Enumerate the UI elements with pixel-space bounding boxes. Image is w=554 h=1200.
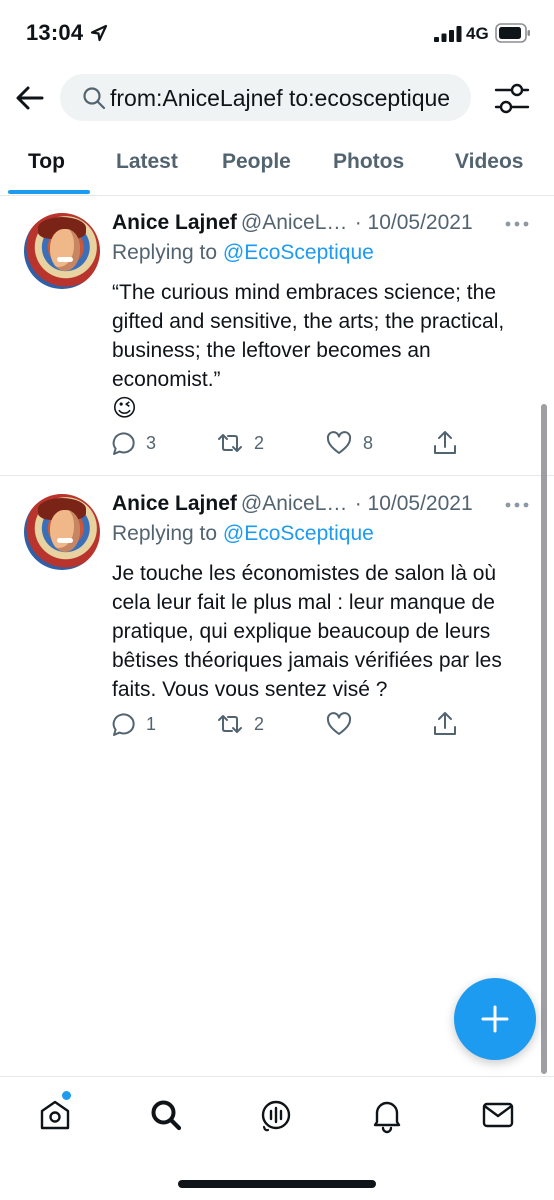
retweet-button[interactable]: 2: [216, 428, 264, 458]
tweet[interactable]: Anice Lajnef@AniceLajnef · 10/05/2021 Re…: [0, 196, 554, 476]
tab-photos[interactable]: Photos: [333, 150, 404, 174]
home-badge-dot: [62, 1091, 71, 1100]
retweet-count: 2: [254, 713, 265, 734]
network-label: 4G: [466, 24, 489, 43]
search-header: from:AniceLajnef to:ecosceptique: [0, 66, 554, 130]
plus-icon: [481, 1005, 509, 1033]
reply-button[interactable]: 1: [108, 709, 156, 739]
tweet[interactable]: Anice Lajnef@AniceLajnef · 10/05/2021 Re…: [0, 477, 554, 757]
home-indicator: [178, 1180, 376, 1188]
location-arrow-icon: [90, 24, 108, 42]
tweet-text: “The curious mind embraces science; the …: [112, 278, 527, 424]
back-arrow-icon[interactable]: [14, 82, 46, 114]
tweet-body: “The curious mind embraces science; the …: [112, 281, 505, 391]
more-options-icon[interactable]: [504, 220, 530, 228]
nav-notifications[interactable]: [367, 1095, 407, 1135]
reply-button[interactable]: 3: [108, 428, 156, 458]
tweet-header: Anice Lajnef@AniceLajnef · 10/05/2021: [112, 211, 492, 239]
tab-people[interactable]: People: [222, 150, 291, 174]
home-icon: [40, 1100, 70, 1130]
share-button[interactable]: [431, 709, 459, 739]
spaces-icon: [261, 1100, 291, 1132]
tweet-header: Anice Lajnef@AniceLajnef · 10/05/2021: [112, 492, 492, 520]
tab-top[interactable]: Top: [28, 150, 65, 174]
avatar-smile: [57, 257, 73, 262]
bell-icon: [373, 1101, 401, 1134]
share-button[interactable]: [431, 428, 459, 458]
active-tab-indicator: [8, 190, 90, 194]
tweet-text: Je touche les économistes de salon là où…: [112, 559, 527, 704]
tweet-actions: 3 2 8: [108, 428, 458, 458]
more-options-icon[interactable]: [504, 501, 530, 509]
avatar[interactable]: [24, 213, 100, 289]
share-icon: [434, 431, 456, 454]
replying-to-label: Replying to: [112, 241, 218, 264]
replying-to-label: Replying to: [112, 522, 218, 545]
mail-icon: [482, 1102, 514, 1128]
status-time: 13:04: [26, 20, 84, 45]
retweet-icon: [218, 434, 242, 452]
status-bar: 13:04 4G: [0, 0, 554, 66]
like-button[interactable]: [325, 709, 363, 739]
reply-icon: [112, 713, 135, 736]
reply-count: 3: [146, 432, 157, 453]
search-icon: [83, 87, 106, 110]
user-handle[interactable]: @AniceLajnef: [241, 211, 349, 235]
like-button[interactable]: 8: [325, 428, 373, 458]
tab-videos[interactable]: Videos: [455, 150, 523, 174]
replying-to-handle[interactable]: @EcoSceptique: [223, 241, 374, 264]
share-icon: [434, 712, 456, 735]
like-count: 8: [363, 432, 374, 453]
heart-icon: [326, 431, 352, 454]
avatar-face: [50, 229, 80, 271]
retweet-count: 2: [254, 432, 265, 453]
tab-latest[interactable]: Latest: [116, 150, 178, 174]
display-name[interactable]: Anice Lajnef: [112, 211, 237, 234]
tweet-date[interactable]: · 10/05/2021: [355, 492, 473, 515]
filter-sliders-icon[interactable]: [494, 82, 530, 116]
nav-home[interactable]: [35, 1095, 75, 1135]
search-icon: [151, 1100, 182, 1131]
avatar-smile: [57, 538, 73, 543]
reply-icon: [112, 432, 135, 455]
tweet-date[interactable]: · 10/05/2021: [355, 211, 473, 234]
scrollbar[interactable]: [541, 404, 547, 1074]
search-query-text[interactable]: from:AniceLajnef to:ecosceptique: [110, 85, 462, 112]
wink-emoji: 😉: [112, 395, 138, 422]
nav-spaces[interactable]: [256, 1095, 296, 1135]
retweet-button[interactable]: 2: [216, 709, 264, 739]
replying-to-handle[interactable]: @EcoSceptique: [223, 522, 374, 545]
reply-count: 1: [146, 713, 157, 734]
tweet-body: Je touche les économistes de salon là où…: [112, 562, 502, 701]
signal-bars-icon: [434, 26, 462, 42]
nav-search[interactable]: [146, 1095, 186, 1135]
search-input[interactable]: from:AniceLajnef to:ecosceptique: [60, 74, 471, 121]
replying-to: Replying to @EcoSceptique: [112, 241, 374, 265]
search-tabs: Top Latest People Photos Videos: [0, 134, 554, 196]
avatar-face: [50, 510, 80, 552]
replying-to: Replying to @EcoSceptique: [112, 522, 374, 546]
nav-messages[interactable]: [478, 1095, 518, 1135]
retweet-icon: [218, 715, 242, 733]
avatar[interactable]: [24, 494, 100, 570]
tweet-actions: 1 2: [108, 709, 458, 739]
user-handle[interactable]: @AniceLajnef: [241, 492, 349, 516]
display-name[interactable]: Anice Lajnef: [112, 492, 237, 515]
battery-icon: [495, 23, 530, 43]
heart-icon: [326, 712, 352, 735]
compose-tweet-button[interactable]: [454, 978, 536, 1060]
